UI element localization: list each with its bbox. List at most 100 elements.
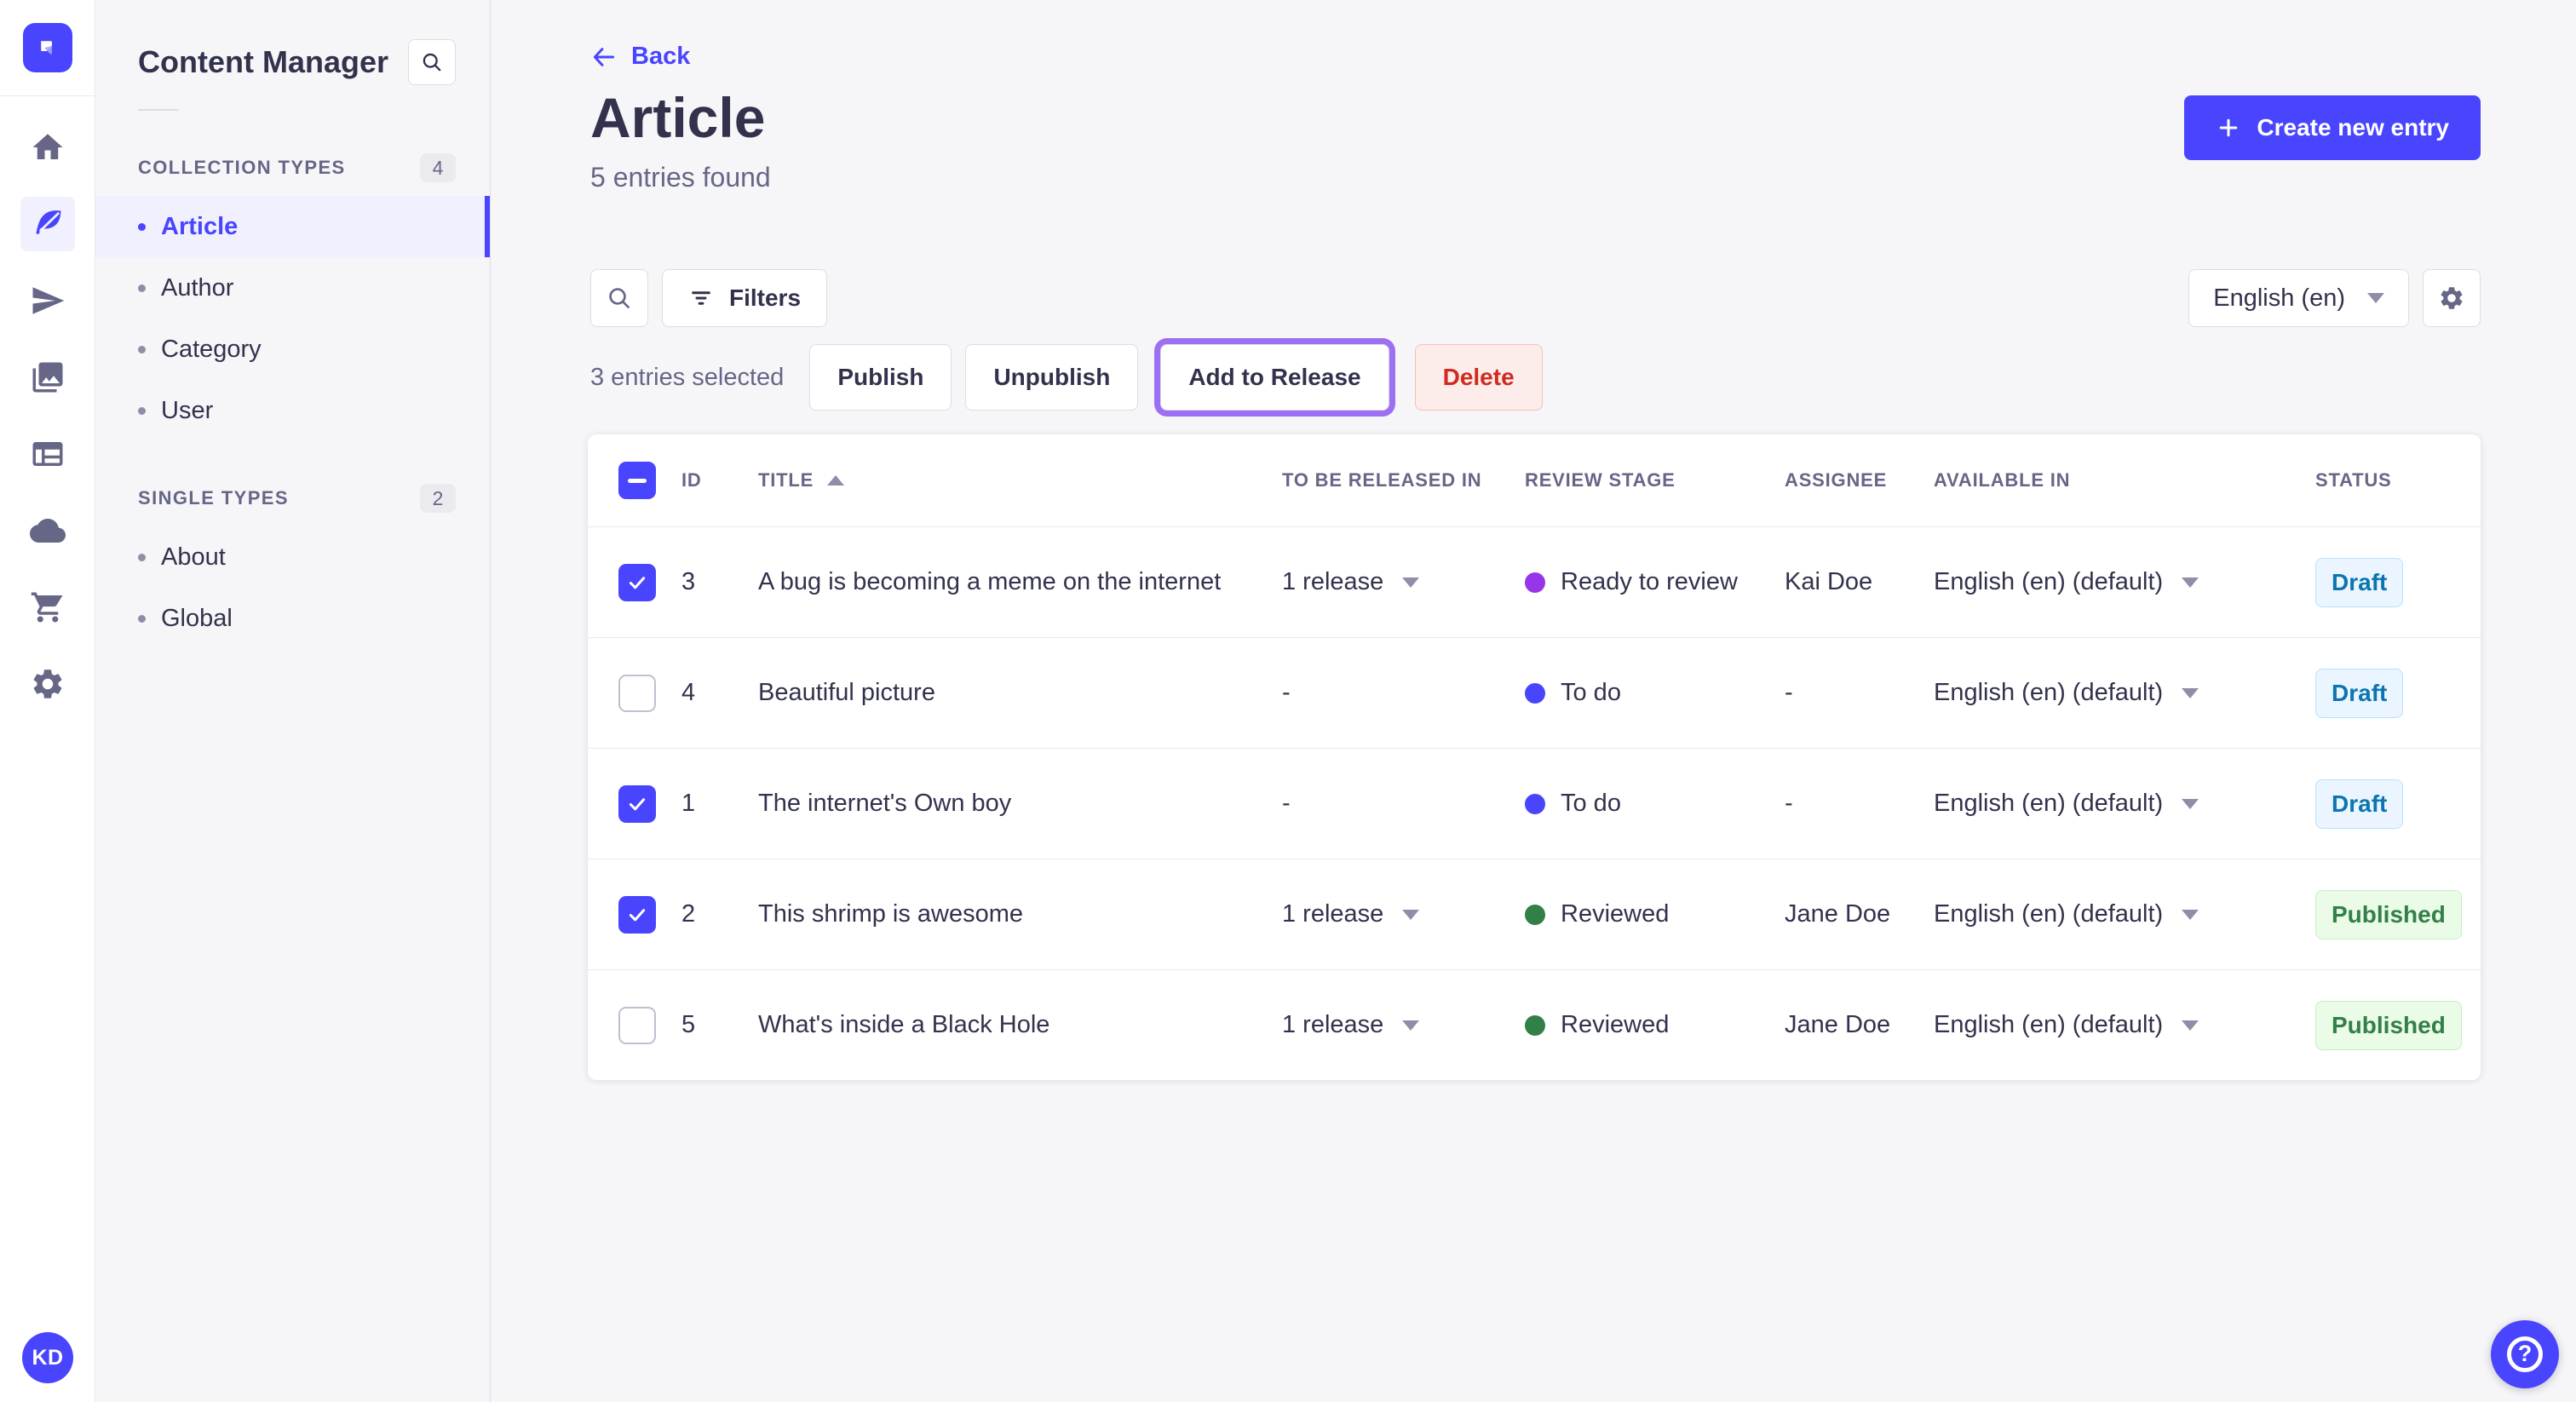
entries-table: ID TITLE TO BE RELEASED IN REVIEW STAGE … — [588, 434, 2481, 1080]
row-id: 5 — [681, 1011, 696, 1038]
gear-icon — [2441, 287, 2463, 309]
filters-button[interactable]: Filters — [662, 269, 828, 327]
list-toolbar: Filters English (en) — [590, 269, 2481, 327]
locale-cell[interactable]: English (en) (default) — [1934, 900, 2315, 928]
row-assignee: - — [1785, 790, 1793, 817]
col-header-assignee[interactable]: ASSIGNEE — [1785, 469, 1934, 491]
col-header-available-in[interactable]: AVAILABLE IN — [1934, 469, 2315, 491]
user-avatar[interactable]: KD — [22, 1332, 73, 1383]
strapi-logo-icon[interactable] — [22, 23, 72, 72]
marketplace-cart-icon[interactable] — [20, 580, 75, 635]
home-icon[interactable] — [20, 120, 75, 175]
search-button[interactable] — [590, 269, 648, 327]
row-assignee: Jane Doe — [1785, 900, 1891, 928]
bullet-icon — [138, 406, 146, 415]
sidebar-item-label: Global — [161, 604, 233, 632]
status-badge: Published — [2315, 889, 2462, 939]
locale-cell[interactable]: English (en) (default) — [1934, 790, 2315, 818]
main-nav-rail: KD — [0, 0, 95, 1402]
row-id: 1 — [681, 790, 696, 817]
collection-types-section: COLLECTION TYPES 4 Article Author Catego… — [95, 153, 490, 441]
row-id: 3 — [681, 568, 696, 595]
page-title: Article — [590, 86, 766, 149]
unpublish-button[interactable]: Unpublish — [965, 344, 1139, 411]
row-checkbox[interactable] — [618, 895, 656, 934]
col-header-released[interactable]: TO BE RELEASED IN — [1282, 469, 1525, 491]
row-checkbox[interactable] — [618, 563, 656, 601]
status-badge: Published — [2315, 1000, 2462, 1050]
settings-gear-icon[interactable] — [20, 657, 75, 711]
row-assignee: - — [1785, 679, 1793, 706]
locale-cell[interactable]: English (en) (default) — [1934, 1011, 2315, 1039]
sidebar-item-about[interactable]: About — [95, 526, 490, 588]
release-cell[interactable]: 1 release — [1282, 900, 1525, 928]
selection-bar: 3 entries selected Publish Unpublish Add… — [590, 342, 2481, 412]
search-icon — [423, 53, 441, 72]
section-label: COLLECTION TYPES — [138, 157, 346, 178]
sidebar-item-article[interactable]: Article — [95, 196, 490, 257]
arrow-left-icon — [593, 47, 615, 66]
col-header-title[interactable]: TITLE — [758, 469, 814, 491]
col-header-status[interactable]: STATUS — [2315, 469, 2481, 491]
col-header-review-stage[interactable]: REVIEW STAGE — [1525, 469, 1785, 491]
back-link[interactable]: Back — [590, 43, 690, 71]
sidebar-item-global[interactable]: Global — [95, 588, 490, 649]
status-badge: Draft — [2315, 779, 2404, 829]
table-row[interactable]: 1 The internet's Own boy - To do - Engli… — [588, 748, 2481, 859]
row-checkbox[interactable] — [618, 674, 656, 712]
bullet-icon — [138, 345, 146, 353]
sidebar-item-author[interactable]: Author — [95, 257, 490, 319]
chevron-down-icon — [1402, 577, 1420, 588]
plane-icon[interactable] — [20, 273, 75, 328]
content-manager-icon[interactable] — [20, 197, 75, 251]
row-assignee: Jane Doe — [1785, 1011, 1891, 1038]
sort-ascending-icon[interactable] — [827, 475, 845, 486]
row-checkbox[interactable] — [618, 784, 656, 823]
table-row[interactable]: 4 Beautiful picture - To do - English (e… — [588, 637, 2481, 748]
status-badge: Draft — [2315, 668, 2404, 718]
chevron-down-icon — [2182, 1020, 2199, 1031]
delete-button[interactable]: Delete — [1414, 344, 1543, 411]
table-header-row: ID TITLE TO BE RELEASED IN REVIEW STAGE … — [588, 434, 2481, 526]
table-row[interactable]: 2 This shrimp is awesome 1 release Revie… — [588, 859, 2481, 969]
sidebar-item-label: Author — [161, 273, 234, 302]
chevron-down-icon — [1402, 909, 1420, 920]
view-settings-button[interactable] — [2423, 269, 2481, 327]
stage-dot — [1525, 1014, 1545, 1036]
table-row[interactable]: 3 A bug is becoming a meme on the intern… — [588, 526, 2481, 637]
col-header-id[interactable]: ID — [681, 469, 758, 491]
sidebar-item-label: Category — [161, 335, 262, 363]
sidebar-item-category[interactable]: Category — [95, 319, 490, 380]
content-manager-subnav: Content Manager COLLECTION TYPES 4 Artic… — [95, 0, 491, 1402]
sidebar-item-user[interactable]: User — [95, 380, 490, 441]
filter-icon — [692, 291, 710, 305]
help-button[interactable]: ? — [2491, 1320, 2559, 1388]
sidebar-item-label: About — [161, 543, 226, 571]
media-library-icon[interactable] — [20, 350, 75, 405]
layout-icon[interactable] — [20, 427, 75, 481]
table-row[interactable]: 5 What's inside a Black Hole 1 release R… — [588, 969, 2481, 1080]
locale-cell[interactable]: English (en) (default) — [1934, 568, 2315, 596]
row-assignee: Kai Doe — [1785, 568, 1873, 595]
search-button[interactable] — [408, 39, 456, 85]
stage-label: Reviewed — [1561, 1011, 1670, 1038]
chevron-down-icon — [2367, 293, 2384, 303]
publish-button[interactable]: Publish — [809, 344, 952, 411]
release-cell[interactable]: 1 release — [1282, 1011, 1525, 1039]
chevron-down-icon — [2182, 909, 2199, 920]
sidebar-item-label: User — [161, 396, 214, 424]
release-cell[interactable]: 1 release — [1282, 568, 1525, 596]
stage-dot — [1525, 572, 1545, 593]
section-count-badge: 4 — [420, 153, 456, 182]
sidebar-item-label: Article — [161, 212, 239, 240]
cloud-icon[interactable] — [20, 503, 75, 558]
row-title: A bug is becoming a meme on the internet — [758, 568, 1222, 595]
select-all-checkbox[interactable] — [618, 462, 656, 499]
stage-dot — [1525, 793, 1545, 814]
stage-dot — [1525, 904, 1545, 925]
create-new-entry-button[interactable]: Create new entry — [2184, 95, 2481, 160]
locale-select[interactable]: English (en) — [2188, 269, 2409, 327]
add-to-release-button[interactable]: Add to Release — [1160, 344, 1389, 411]
row-checkbox[interactable] — [618, 1006, 656, 1044]
locale-cell[interactable]: English (en) (default) — [1934, 679, 2315, 707]
